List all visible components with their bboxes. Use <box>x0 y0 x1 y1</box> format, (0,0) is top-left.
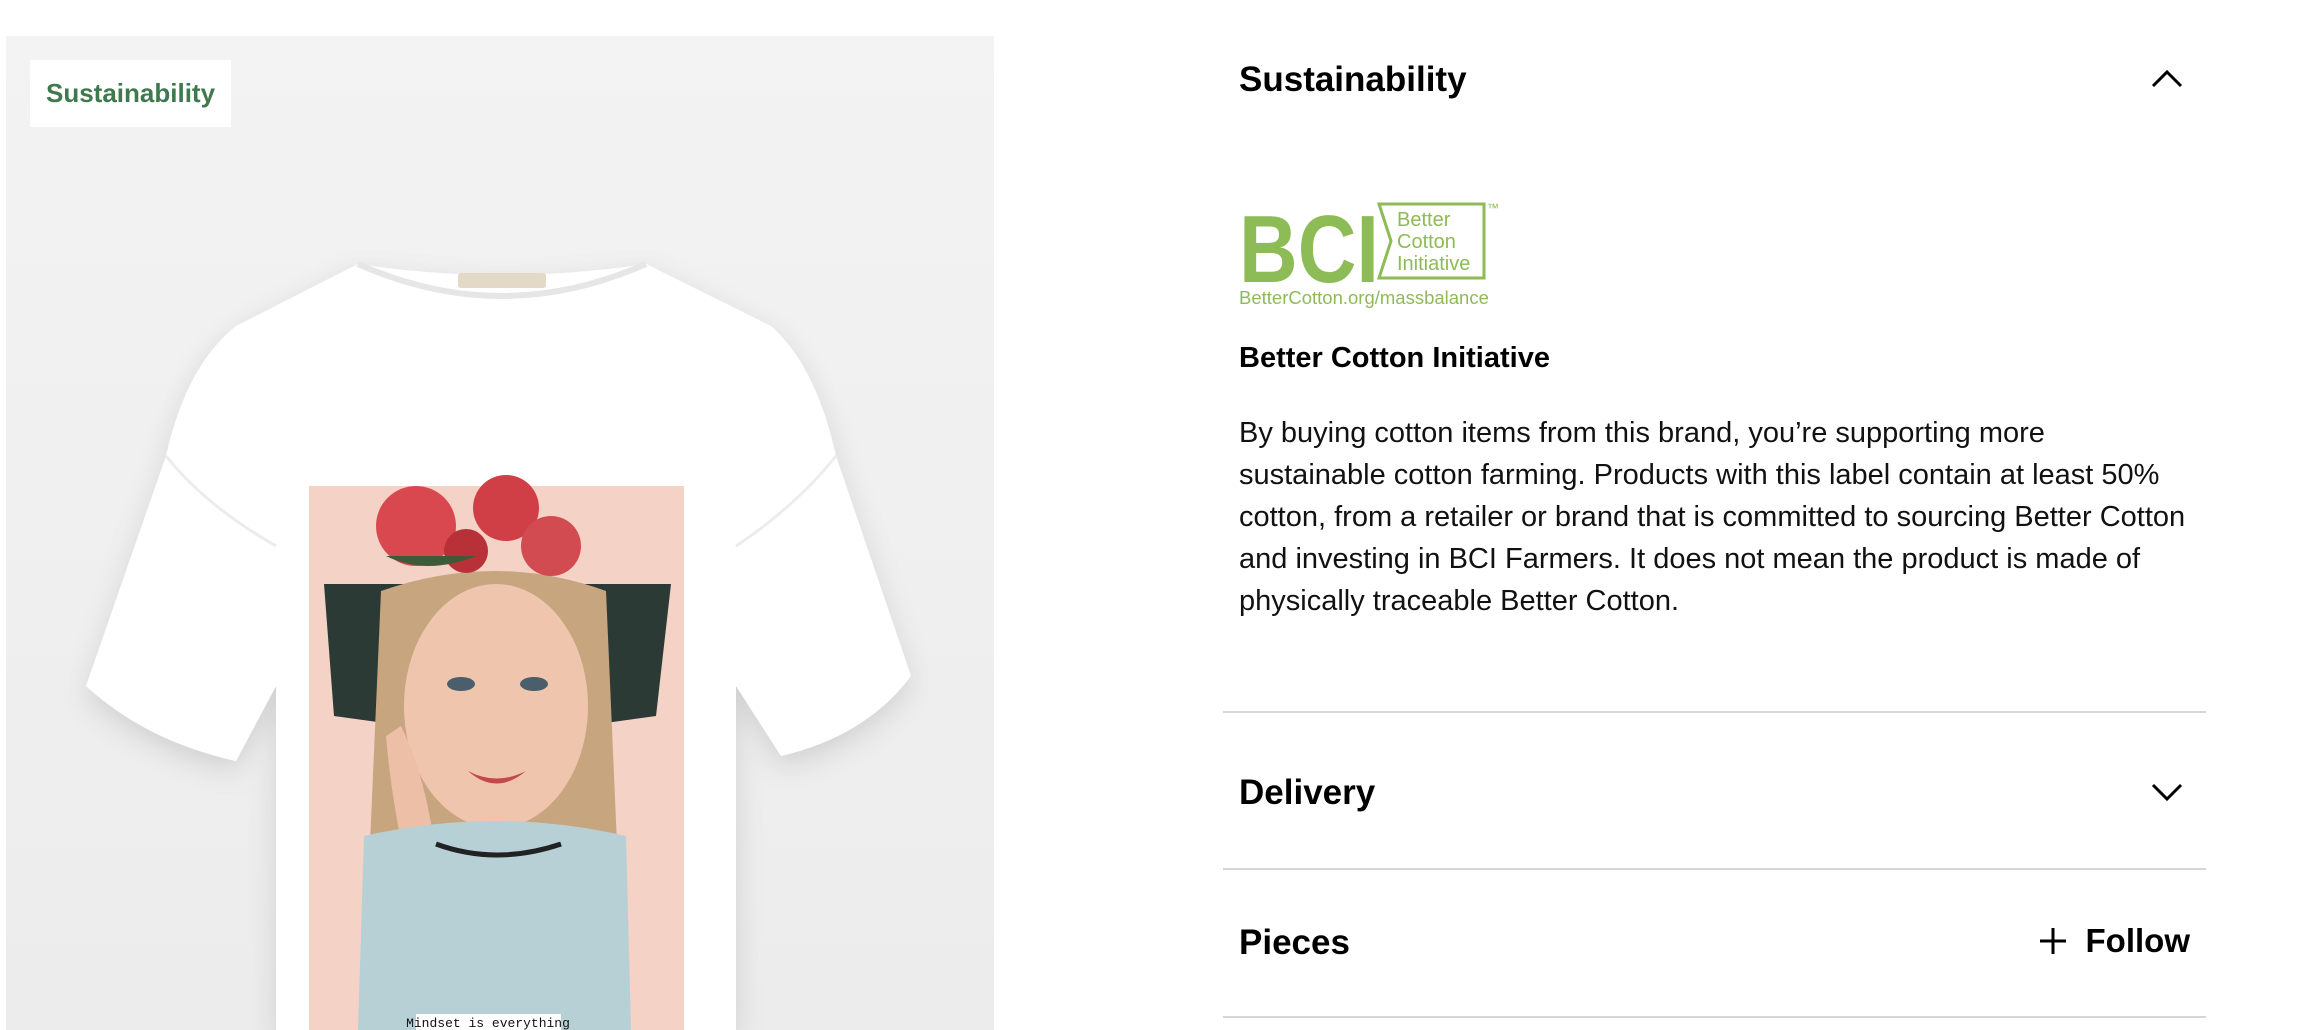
sustainability-badge: Sustainability <box>30 60 232 127</box>
product-image[interactable]: Mindset is everything Sustainability <box>6 36 994 1030</box>
plus-icon <box>2039 928 2066 954</box>
tshirt-photo: Mindset is everything <box>86 261 911 1030</box>
svg-text:Initiative: Initiative <box>1397 253 1470 275</box>
svg-text:Better: Better <box>1397 209 1451 231</box>
sustainability-title: Sustainability <box>1239 60 1467 99</box>
chevron-up-icon[interactable] <box>2150 62 2184 96</box>
bci-description: By buying cotton items from this brand, … <box>1239 417 2186 617</box>
delivery-accordion-header[interactable]: Delivery <box>1223 713 2206 868</box>
divider <box>1223 1016 2206 1018</box>
svg-text:Cotton: Cotton <box>1397 231 1456 253</box>
svg-text:™: ™ <box>1487 201 1499 215</box>
bci-heading: Better Cotton Initiative <box>1239 342 1550 374</box>
sustainability-accordion-header[interactable]: Sustainability <box>1223 0 2206 160</box>
product-details-accordion: Sustainability BCI Better Cotton Initiat… <box>1223 0 2206 1030</box>
brand-name[interactable]: Pieces <box>1239 923 1350 963</box>
follow-label: Follow <box>2085 922 2190 959</box>
bci-logo: BCI Better Cotton Initiative ™ BetterCot… <box>1239 200 1499 308</box>
print-caption: Mindset is everything <box>406 1016 570 1030</box>
chevron-down-icon[interactable] <box>2150 775 2184 809</box>
delivery-title: Delivery <box>1239 773 1376 812</box>
svg-text:BetterCotton.org/massbalance: BetterCotton.org/massbalance <box>1239 287 1489 308</box>
brand-row-pieces: Pieces Follow <box>1223 870 2206 1018</box>
follow-brand-button[interactable]: Follow <box>2038 922 2190 960</box>
